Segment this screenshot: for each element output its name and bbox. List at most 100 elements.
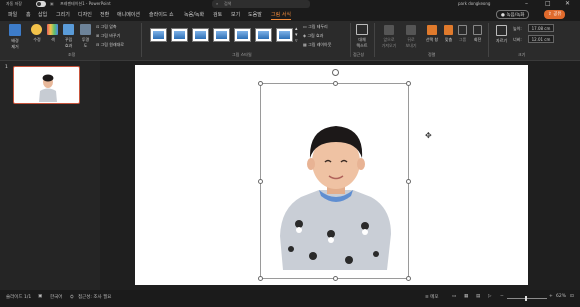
styles-scroll-icon[interactable]: ▴ ▾ ▿ [295, 26, 298, 44]
rotate-handle-icon[interactable] [332, 69, 339, 76]
remove-background-label: 배경 제거 [11, 38, 19, 49]
rotate-label: 회전 [473, 37, 482, 42]
tab-view[interactable]: 보기 [231, 11, 240, 18]
artistic-effects-icon[interactable] [63, 24, 74, 35]
close-icon[interactable]: ✕ [565, 0, 570, 7]
picture-style-5[interactable] [234, 28, 251, 42]
compress-label: 그림 압축 [100, 24, 117, 29]
resize-handle-top-left[interactable] [258, 81, 263, 86]
change-picture-label: 그림 바꾸기 [100, 33, 121, 38]
zoom-out-icon[interactable]: − [500, 294, 504, 299]
align-icon[interactable] [444, 25, 453, 35]
rotate-icon[interactable] [473, 25, 482, 35]
picture-style-6[interactable] [255, 28, 272, 42]
slide-sorter-icon[interactable]: ▦ [464, 294, 468, 299]
tab-transitions[interactable]: 전환 [100, 11, 109, 18]
tab-review[interactable]: 검토 [213, 11, 222, 18]
minimize-icon[interactable]: – [525, 0, 528, 7]
resize-handle-top-right[interactable] [406, 81, 411, 86]
tab-record[interactable]: 녹음/녹화 [184, 11, 204, 18]
picture-style-4[interactable] [213, 28, 230, 42]
tab-home[interactable]: 홈 [26, 11, 31, 18]
height-input[interactable]: 17.08 cm [528, 24, 554, 32]
crop-icon[interactable] [496, 25, 507, 36]
slide-number: 1 [5, 65, 8, 70]
color-icon[interactable] [47, 24, 58, 35]
accessibility-status[interactable]: 접근성: 조사 필요 [78, 294, 111, 300]
reading-view-icon[interactable]: ▤ [476, 294, 480, 299]
notes-button[interactable]: ≡ 메모 [425, 294, 438, 300]
search-icon: ⌕ [216, 1, 219, 6]
picture-effects-button[interactable]: ◈ 그림 효과 [303, 33, 323, 39]
resize-handle-left[interactable] [258, 179, 263, 184]
artistic-effects-label: 꾸밈 효과 [64, 37, 73, 48]
user-name[interactable]: park dongkeong [458, 1, 490, 6]
transparency-icon[interactable] [80, 24, 91, 35]
bring-forward-icon[interactable] [384, 25, 394, 35]
align-label: 맞춤 [444, 37, 453, 42]
resize-handle-bottom[interactable] [333, 276, 338, 281]
size-group-label: 크기 [518, 52, 526, 57]
group-icon[interactable] [458, 25, 467, 35]
styles-group-label: 그림 스타일 [232, 52, 252, 57]
divider [350, 23, 351, 57]
picture-style-2[interactable] [171, 28, 188, 42]
slide-thumbnail-pane: 1 [0, 61, 100, 290]
resize-handle-right[interactable] [406, 179, 411, 184]
picture-layout-button[interactable]: ▦ 그림 레이아웃 [303, 42, 331, 48]
resize-handle-bottom-right[interactable] [406, 276, 411, 281]
zoom-in-icon[interactable]: + [549, 294, 553, 299]
tab-insert[interactable]: 삽입 [38, 11, 47, 18]
send-backward-icon[interactable] [406, 25, 416, 35]
bring-forward-label: 앞으로 가져오기 [381, 37, 397, 48]
width-input[interactable]: 12.01 cm [528, 35, 554, 43]
width-label: 너비: [513, 37, 522, 42]
tab-design[interactable]: 디자인 [78, 11, 92, 18]
tab-animations[interactable]: 애니메이션 [117, 11, 140, 18]
picture-style-1[interactable] [150, 28, 167, 42]
powerpoint-window: 자동 저장 ▣ 프레젠테이션1 - PowerPoint ⌕ 검색 park d… [0, 0, 580, 307]
accessibility-group-label: 접근성 [353, 52, 365, 57]
picture-effects-label: 그림 효과 [307, 33, 324, 38]
corrections-icon[interactable] [31, 24, 42, 35]
zoom-level[interactable]: 62% [556, 294, 566, 299]
autosave-toggle[interactable] [36, 1, 46, 7]
selected-picture[interactable] [258, 69, 411, 281]
language-indicator[interactable]: 한국어 [50, 294, 62, 300]
selection-pane-icon[interactable] [427, 25, 437, 35]
tab-draw[interactable]: 그리기 [56, 11, 70, 18]
picture-border-label: 그림 테두리 [308, 24, 328, 29]
maximize-icon[interactable]: □ [545, 0, 551, 7]
remove-background-icon[interactable] [9, 24, 21, 36]
alt-text-icon[interactable] [356, 24, 368, 35]
zoom-slider[interactable] [507, 296, 547, 301]
fit-to-window-icon[interactable]: ⊡ [570, 294, 574, 299]
slide-thumbnail[interactable] [13, 66, 80, 104]
save-icon[interactable]: ▣ [50, 1, 54, 6]
adjust-group-label: 조정 [68, 52, 76, 57]
tab-file[interactable]: 파일 [8, 11, 17, 18]
color-label: 색 [51, 37, 55, 42]
divider [488, 23, 489, 57]
slideshow-icon[interactable]: ▷ [488, 294, 491, 299]
tab-picture-format[interactable]: 그림 서식 [271, 11, 291, 20]
picture-style-3[interactable] [192, 28, 209, 42]
slide[interactable]: ✥ [135, 65, 528, 285]
tab-slideshow[interactable]: 슬라이드 쇼 [149, 11, 174, 18]
tab-help[interactable]: 도움말 [248, 11, 262, 18]
share-button[interactable]: ⇪ 공유 [544, 10, 566, 19]
zoom-slider-thumb[interactable] [525, 296, 527, 301]
picture-border-button[interactable]: ▭ 그림 테두리 [303, 24, 328, 30]
resize-handle-top[interactable] [333, 81, 338, 86]
search-box[interactable]: ⌕ 검색 [212, 0, 310, 8]
record-button[interactable]: ● 녹음/녹화 [496, 10, 530, 19]
spellcheck-icon[interactable]: ▣ [38, 294, 42, 299]
compress-pictures-button[interactable]: ⊡ 그림 압축 [96, 24, 117, 30]
change-picture-button[interactable]: ⊞ 그림 바꾸기 [96, 33, 120, 39]
group-label: 그룹 [458, 37, 467, 42]
reset-picture-button[interactable]: ⊟ 그림 원래대로 [96, 42, 124, 48]
normal-view-icon[interactable]: ▭ [452, 294, 456, 299]
picture-style-7[interactable] [276, 28, 293, 42]
resize-handle-bottom-left[interactable] [258, 276, 263, 281]
ribbon-tabs: 파일 홈 삽입 그리기 디자인 전환 애니메이션 슬라이드 쇼 녹음/녹화 검토… [0, 9, 580, 21]
